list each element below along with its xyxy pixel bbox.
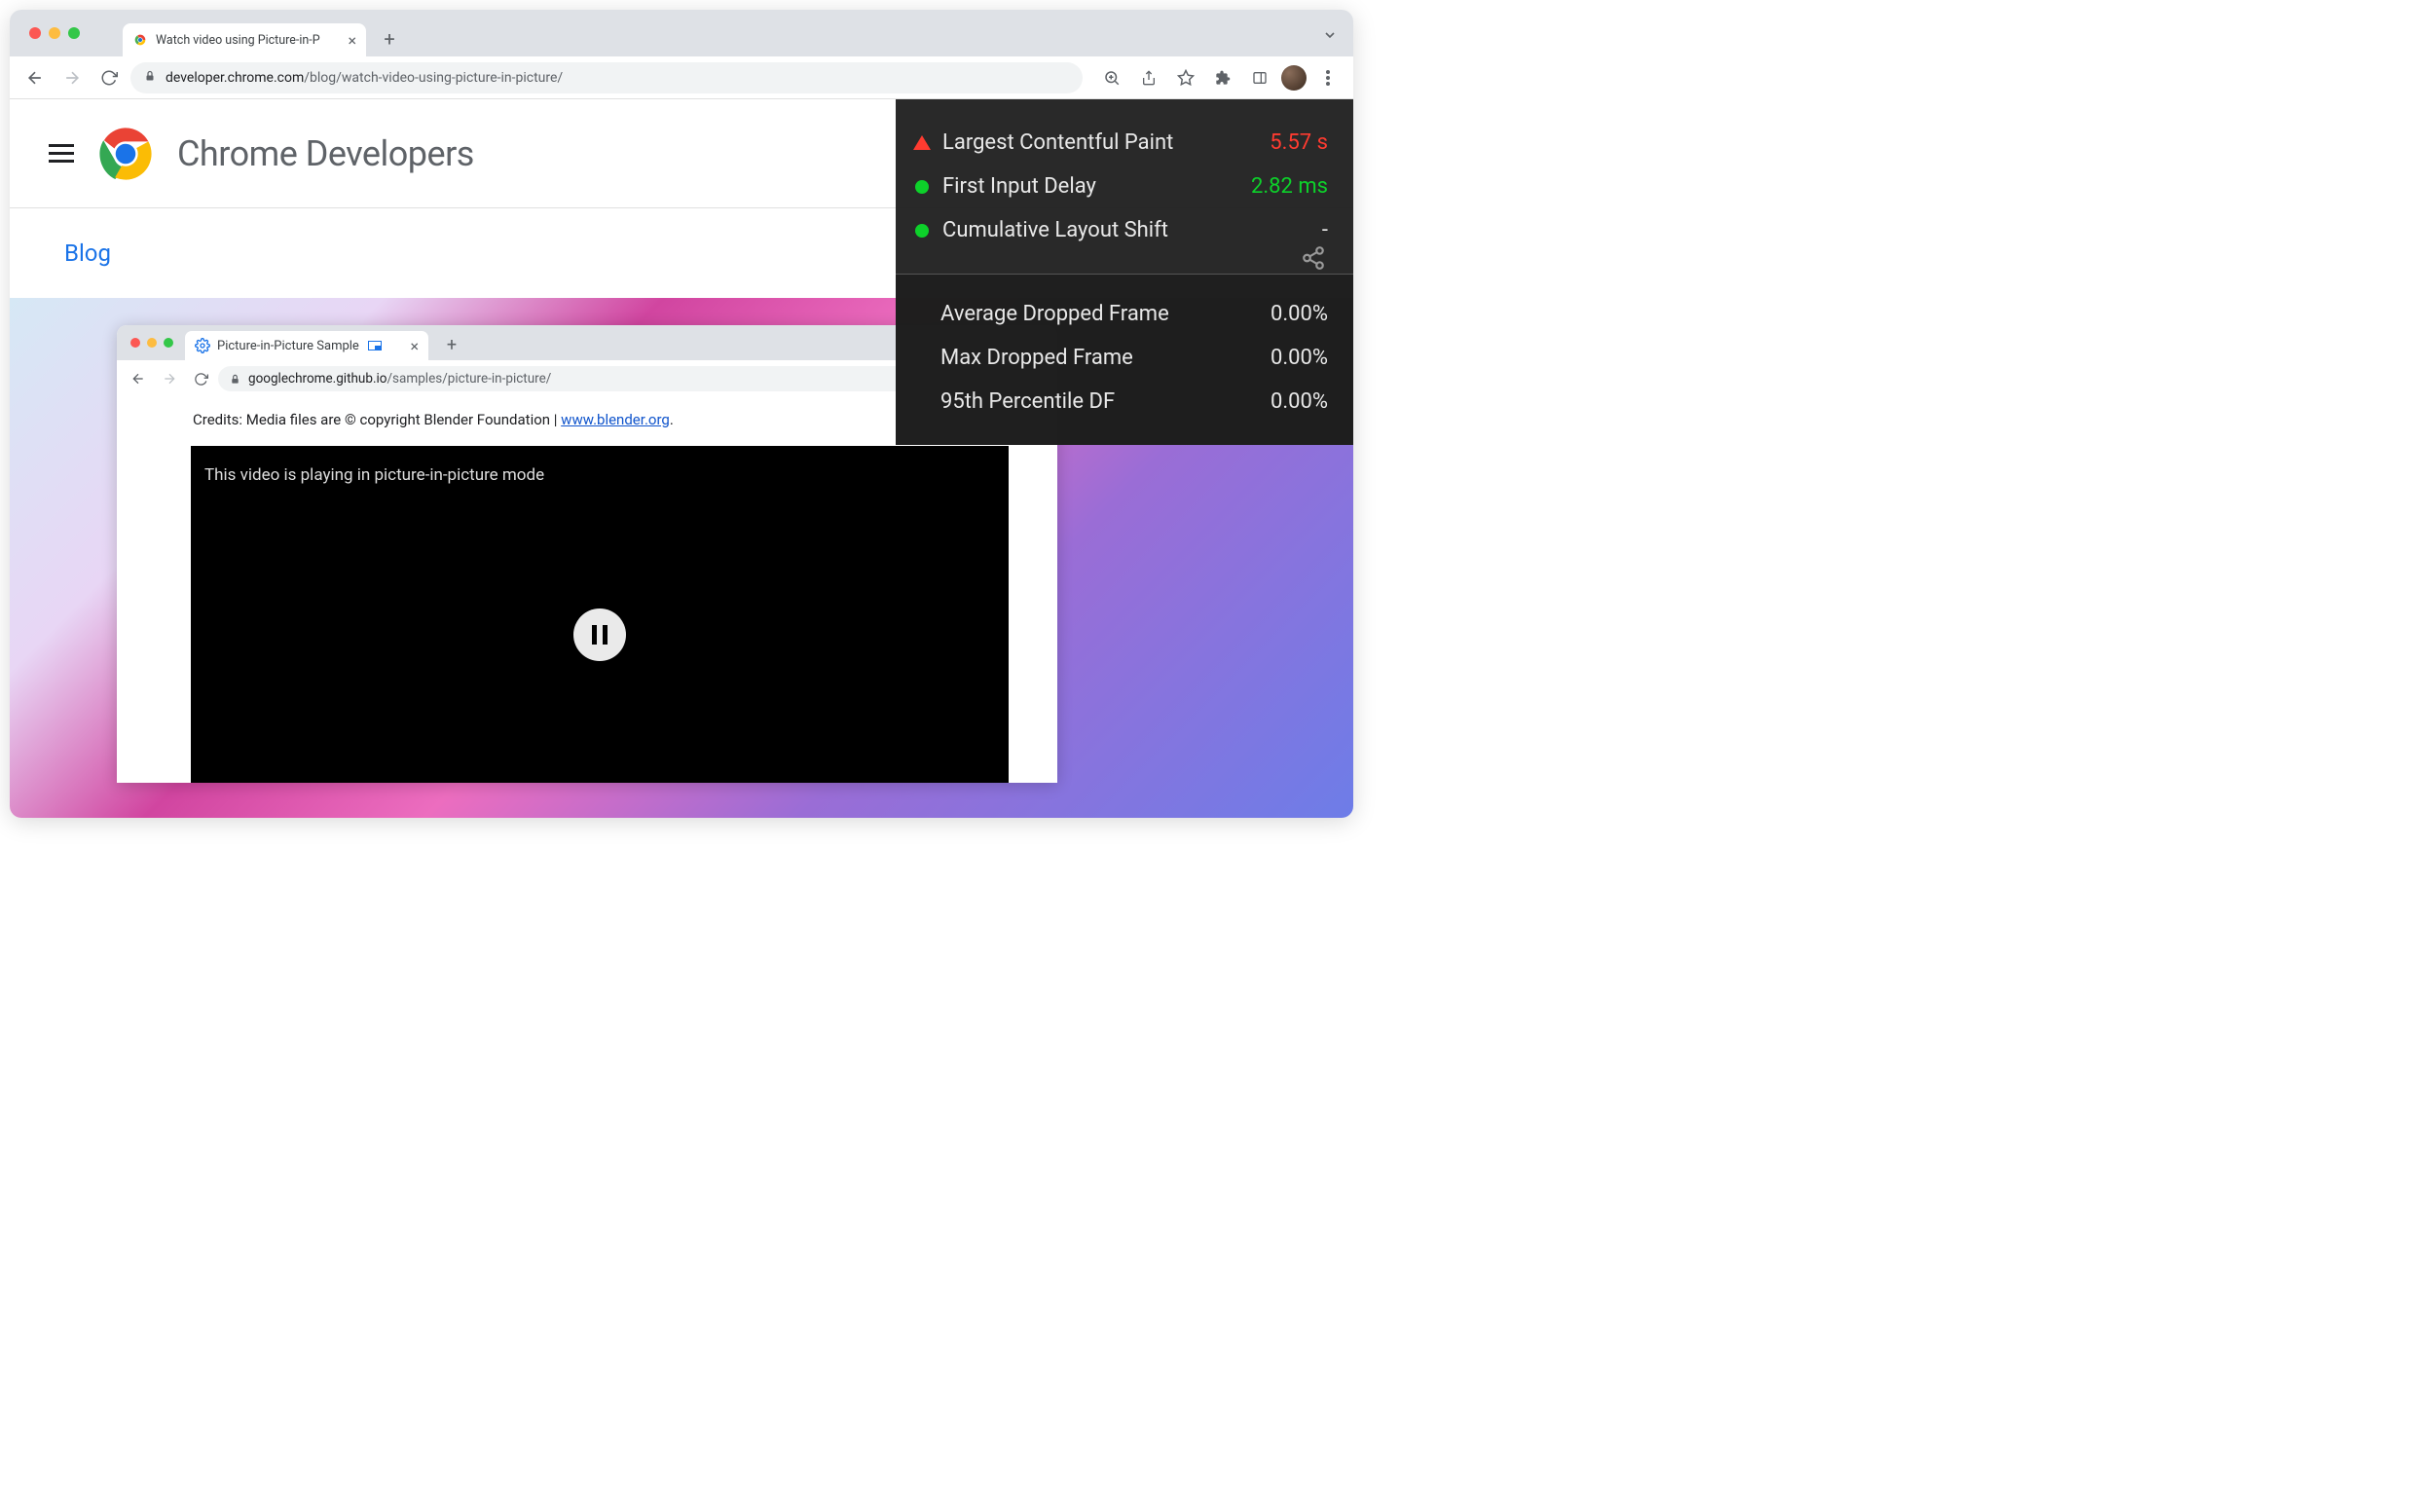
minimize-window-button[interactable] — [49, 27, 60, 39]
metric-lcp: Largest Contentful Paint 5.57 s — [913, 121, 1328, 165]
breadcrumb-blog-link[interactable]: Blog — [64, 240, 111, 267]
close-tab-button[interactable]: × — [348, 31, 356, 50]
metric-max-df: Max Dropped Frame 0.00% — [940, 336, 1328, 380]
tab-title: Watch video using Picture-in-P — [156, 33, 320, 48]
inner-url-text: googlechrome.github.io/samples/picture-i… — [248, 371, 551, 387]
inner-tab-title: Picture-in-Picture Sample — [217, 339, 359, 353]
browser-tab[interactable]: Watch video using Picture-in-P × — [123, 23, 366, 56]
chrome-logo-icon — [97, 126, 154, 182]
window-controls — [29, 27, 80, 39]
search-tabs-icon[interactable] — [1322, 27, 1338, 43]
metric-95th-df: 95th Percentile DF 0.00% — [940, 380, 1328, 424]
pause-button[interactable] — [573, 608, 626, 661]
url-text: developer.chrome.com/blog/watch-video-us… — [166, 70, 563, 86]
extensions-button[interactable] — [1207, 62, 1238, 93]
pip-indicator-icon — [368, 341, 382, 350]
video-pip-message: This video is playing in picture-in-pict… — [204, 465, 544, 485]
forward-button[interactable] — [56, 62, 88, 93]
toolbar-actions — [1096, 62, 1344, 93]
core-vitals-section: Largest Contentful Paint 5.57 s First In… — [896, 99, 1353, 274]
inner-window-controls — [130, 338, 173, 348]
chrome-menu-button[interactable] — [1312, 62, 1344, 93]
inner-lock-icon — [230, 373, 240, 386]
close-window-button[interactable] — [29, 27, 41, 39]
back-button[interactable] — [19, 62, 51, 93]
bookmark-button[interactable] — [1170, 62, 1201, 93]
maximize-window-button[interactable] — [68, 27, 80, 39]
zoom-icon[interactable] — [1096, 62, 1127, 93]
reload-button[interactable] — [93, 62, 125, 93]
profile-avatar[interactable] — [1281, 65, 1307, 91]
inner-close-tab-button[interactable]: × — [410, 337, 419, 355]
gear-favicon-icon — [195, 338, 210, 353]
metric-cls: Cumulative Layout Shift - — [913, 208, 1328, 252]
inner-reload-button[interactable] — [187, 363, 214, 394]
lock-icon — [144, 69, 156, 86]
tab-bar: Watch video using Picture-in-P × + — [10, 10, 1353, 56]
inner-maximize-button[interactable] — [164, 338, 173, 348]
menu-button[interactable] — [49, 144, 74, 163]
warn-indicator-icon — [913, 135, 931, 150]
metric-avg-df: Average Dropped Frame 0.00% — [940, 292, 1328, 336]
good-indicator-icon — [913, 180, 931, 194]
good-indicator-icon — [913, 224, 931, 238]
dropped-frames-section: Average Dropped Frame 0.00% Max Dropped … — [896, 275, 1353, 445]
toolbar: developer.chrome.com/blog/watch-video-us… — [10, 56, 1353, 99]
share-button[interactable] — [1133, 62, 1164, 93]
chrome-favicon-icon — [132, 32, 148, 48]
metric-fid: First Input Delay 2.82 ms — [913, 165, 1328, 208]
inner-back-button[interactable] — [125, 363, 152, 394]
inner-browser-tab[interactable]: Picture-in-Picture Sample × — [185, 331, 428, 360]
inner-page-content: Credits: Media files are © copyright Ble… — [117, 397, 1057, 783]
browser-window: Watch video using Picture-in-P × + devel… — [10, 10, 1353, 818]
web-vitals-overlay: Largest Contentful Paint 5.57 s First In… — [896, 99, 1353, 445]
inner-minimize-button[interactable] — [147, 338, 157, 348]
inner-close-button[interactable] — [130, 338, 140, 348]
inner-new-tab-button[interactable]: + — [438, 331, 465, 358]
video-player[interactable]: This video is playing in picture-in-pict… — [191, 446, 1009, 783]
address-bar[interactable]: developer.chrome.com/blog/watch-video-us… — [130, 62, 1083, 93]
share-metrics-icon[interactable] — [1301, 245, 1326, 271]
site-title: Chrome Developers — [177, 133, 474, 174]
inner-forward-button[interactable] — [156, 363, 183, 394]
blender-link[interactable]: www.blender.org — [561, 411, 670, 428]
credits-text: Credits: Media files are © copyright Ble… — [193, 411, 981, 428]
new-tab-button[interactable]: + — [376, 25, 403, 53]
side-panel-button[interactable] — [1244, 62, 1275, 93]
